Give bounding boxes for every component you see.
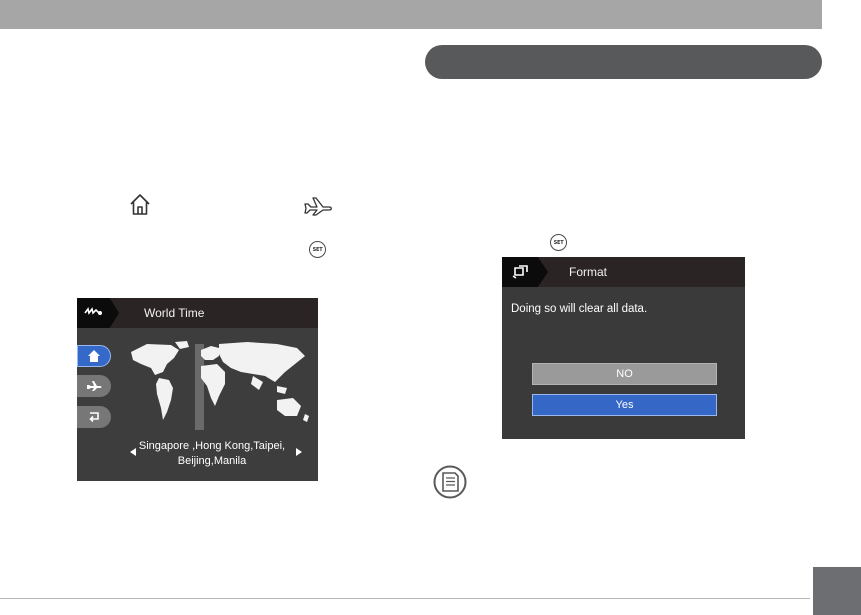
city-line-2: Beijing,Manila [177,455,247,467]
screen-header: World Time [77,298,318,328]
set-button-icon: SET [309,241,326,258]
format-warning-message: Doing so will clear all data. [511,303,648,315]
world-map [131,341,309,430]
home-tab[interactable] [77,345,111,367]
header-band [0,0,822,29]
menu-badge [502,257,548,287]
home-icon [88,350,100,362]
menu-badge [77,298,119,328]
travel-tab[interactable] [77,375,111,397]
set-button-icon: SET [550,234,567,251]
city-line-1: Singapore ,Hong Kong,Taipei, [138,440,286,452]
yes-button[interactable]: Yes [532,394,717,416]
city-list: Singapore ,Hong Kong,Taipei, Beijing,Man… [137,439,287,469]
previous-city-arrow-icon[interactable] [130,448,136,456]
screen-header: Format [502,257,745,287]
format-screen: Format Doing so will clear all data. NO … [502,257,745,439]
next-city-arrow-icon[interactable] [296,448,302,456]
setup-icon [512,265,528,279]
footer-rule [0,598,810,599]
return-tab[interactable] [77,406,111,428]
world-time-screen: World Time Singapore ,Hong Kong,Taipei, … [77,298,318,481]
home-icon [130,194,150,215]
note-icon [433,465,467,499]
screen-title: Format [569,265,608,279]
airplane-icon [304,197,332,216]
airplane-icon [87,381,102,391]
world-time-mode-icon [84,307,102,315]
return-icon [89,412,99,423]
page-number-tab [813,567,861,615]
screen-title: World Time [144,306,205,320]
section-heading-bar [425,45,822,79]
no-button[interactable]: NO [532,363,717,385]
